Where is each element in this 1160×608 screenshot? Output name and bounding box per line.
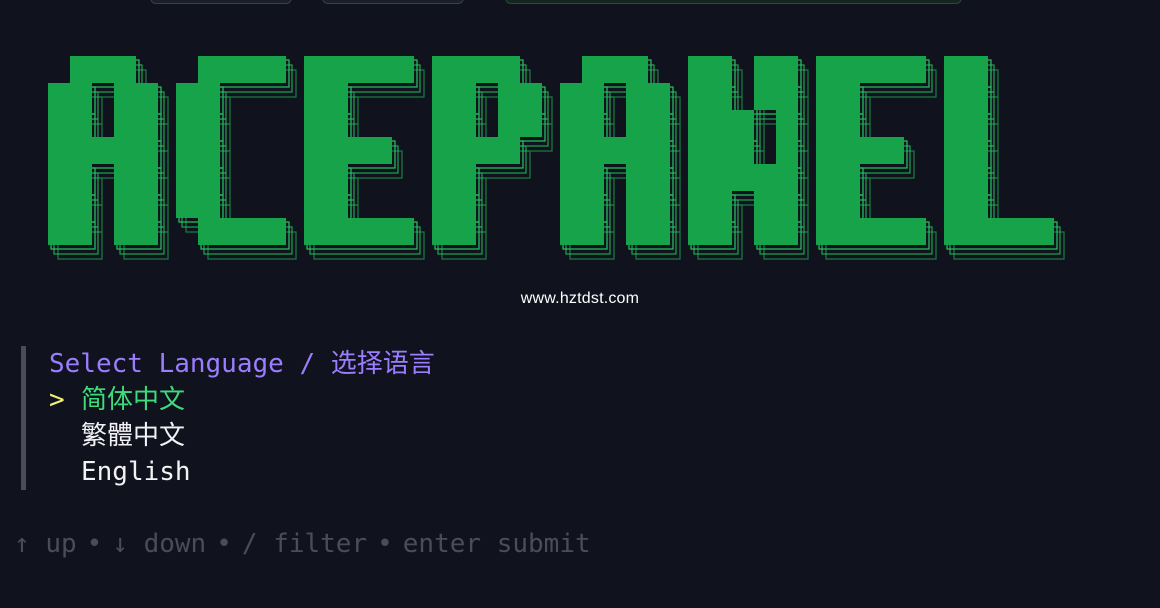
language-option-english[interactable]: English: [49, 454, 191, 490]
acepanel-ascii-logo: [40, 48, 1120, 278]
down-arrow-icon: ↓: [112, 529, 128, 559]
language-select-menu: Select Language / 选择语言 > 简体中文 繁體中文 Englis…: [20, 346, 620, 490]
help-separator: •: [86, 529, 103, 559]
selection-cursor: >: [49, 385, 65, 415]
menu-border-bar: [21, 346, 26, 490]
watermark-text: www.hztdst.com: [520, 290, 640, 307]
window-tab-2[interactable]: [322, 0, 464, 4]
language-option-simplified-chinese[interactable]: > 简体中文: [49, 382, 185, 418]
option-label: English: [81, 457, 191, 487]
logo-graphic: [48, 56, 1065, 260]
help-down-label: down: [143, 529, 207, 559]
help-filter-key: /: [241, 529, 258, 559]
help-separator: •: [216, 529, 232, 559]
help-enter-key: enter: [402, 529, 482, 559]
help-enter-label: submit: [496, 529, 591, 559]
window-tab-1[interactable]: [150, 0, 292, 4]
keyboard-help-bar: ↑ up • ↓ down • / filter • enter submit: [14, 526, 591, 562]
help-up-label: up: [45, 529, 77, 559]
help-filter-label: filter: [273, 529, 368, 559]
up-arrow-icon: ↑: [14, 529, 30, 559]
menu-title: Select Language / 选择语言: [49, 349, 435, 379]
option-label: 繁體中文: [81, 421, 186, 451]
help-separator: •: [377, 529, 393, 559]
language-option-traditional-chinese[interactable]: 繁體中文: [49, 418, 185, 454]
window-tab-3[interactable]: [505, 0, 962, 4]
option-label: 简体中文: [81, 385, 186, 415]
